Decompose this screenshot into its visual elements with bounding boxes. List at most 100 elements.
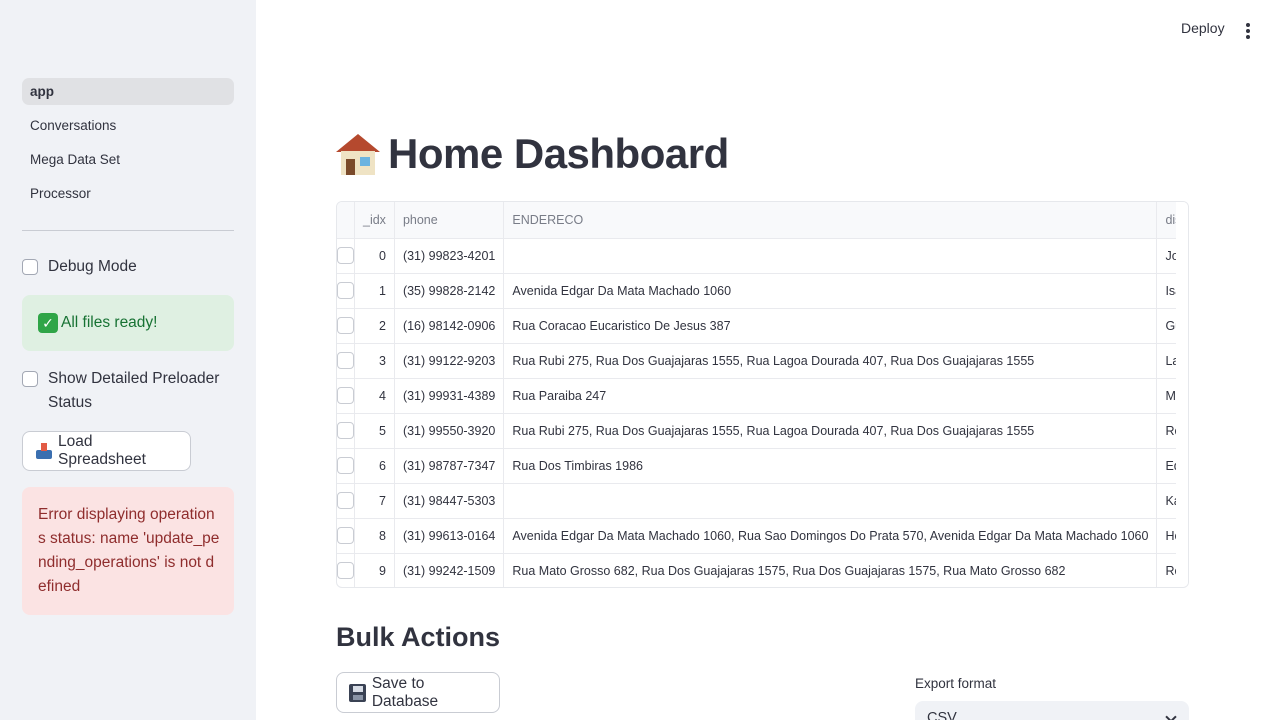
row-select-checkbox[interactable] — [337, 308, 355, 344]
row-checkbox[interactable] — [337, 387, 354, 404]
operations-error-alert: Error displaying operations status: name… — [22, 487, 234, 615]
row-checkbox[interactable] — [337, 457, 354, 474]
cell-idx[interactable]: 5 — [354, 413, 395, 449]
sidebar-item-app[interactable]: app — [22, 78, 234, 105]
cell-endereco[interactable]: Rua Dos Timbiras 1986 — [503, 448, 1158, 484]
data-table: _idx phone ENDERECO display_name 0(31) 9… — [337, 202, 1188, 587]
row-checkbox[interactable] — [337, 247, 354, 264]
sidebar-item-processor[interactable]: Processor — [22, 180, 234, 207]
cell-phone[interactable]: (31) 99823-4201 — [394, 238, 505, 274]
row-checkbox[interactable] — [337, 422, 354, 439]
sidebar: app Conversations Mega Data Set Processo… — [0, 0, 256, 720]
preloader-status-checkbox[interactable] — [22, 371, 38, 387]
row-select-checkbox[interactable] — [337, 413, 355, 449]
load-spreadsheet-button[interactable]: Load Spreadsheet — [22, 431, 191, 471]
debug-mode-row: Debug Mode — [22, 255, 137, 279]
row-select-checkbox[interactable] — [337, 483, 355, 519]
cell-phone[interactable]: (31) 99242-1509 — [394, 553, 505, 587]
data-grid[interactable]: _idx phone ENDERECO display_name 0(31) 9… — [336, 201, 1189, 588]
select-column-header[interactable] — [337, 202, 355, 239]
cell-endereco[interactable] — [503, 483, 1158, 519]
sidebar-divider — [22, 230, 234, 231]
page-title: Home Dashboard — [336, 130, 729, 178]
cell-endereco[interactable]: Rua Paraiba 247 — [503, 378, 1158, 414]
cell-endereco[interactable]: Avenida Edgar Da Mata Machado 1060 — [503, 273, 1158, 309]
deploy-button[interactable]: Deploy — [1181, 20, 1225, 36]
cell-phone[interactable]: (31) 98787-7347 — [394, 448, 505, 484]
sidebar-item-conversations[interactable]: Conversations — [22, 112, 234, 139]
row-checkbox[interactable] — [337, 492, 354, 509]
inbox-tray-icon — [35, 443, 52, 459]
cell-phone[interactable]: (16) 98142-0906 — [394, 308, 505, 344]
column-header-idx[interactable]: _idx — [354, 202, 395, 239]
table-row[interactable]: 7(31) 98447-5303Kassim S Raslan — [337, 483, 1188, 519]
row-select-checkbox[interactable] — [337, 378, 355, 414]
cell-phone[interactable]: (31) 98447-5303 — [394, 483, 505, 519]
cell-idx[interactable]: 0 — [354, 238, 395, 274]
files-ready-text: All files ready! — [61, 314, 158, 331]
preloader-status-row: Show Detailed Preloader Status — [22, 367, 234, 415]
cell-phone[interactable]: (31) 99550-3920 — [394, 413, 505, 449]
cell-idx[interactable]: 9 — [354, 553, 395, 587]
row-select-checkbox[interactable] — [337, 448, 355, 484]
table-row[interactable]: 1 (35) 99828-2142 Avenida Edgar Da Mata Ma… — [337, 273, 1188, 309]
cell-idx[interactable]: 2 — [354, 308, 395, 344]
row-select-checkbox[interactable] — [337, 343, 355, 379]
cell-endereco[interactable]: Rua Rubi 275, Rua Dos Guajajaras 1555, R… — [503, 343, 1158, 379]
operations-error-text: Error displaying operations status: name… — [38, 506, 220, 595]
cell-idx[interactable]: 1 — [354, 273, 395, 309]
table-row[interactable]: 3 (31) 99122-9203 Rua Rubi 275, Rua Dos Gu… — [337, 343, 1188, 379]
save-to-database-label: Save to Database — [371, 674, 439, 710]
debug-mode-checkbox[interactable] — [22, 259, 38, 275]
cell-idx[interactable]: 4 — [354, 378, 395, 414]
cell-idx[interactable]: 7 — [354, 483, 395, 519]
kebab-menu-icon[interactable] — [1240, 20, 1256, 40]
row-checkbox[interactable] — [337, 282, 354, 299]
table-body: 0(31) 99823-4201João Ribas1(35) 99828-21… — [337, 238, 1188, 587]
table-row[interactable]: 2 (16) 98142-0906 Rua Coracao Eucaristico … — [337, 308, 1188, 344]
row-checkbox[interactable] — [337, 562, 354, 579]
cell-phone[interactable]: (31) 99931-4389 — [394, 378, 505, 414]
row-select-checkbox[interactable] — [337, 518, 355, 554]
sidebar-item-mega-data-set[interactable]: Mega Data Set — [22, 146, 234, 173]
cell-endereco[interactable]: Rua Coracao Eucaristico De Jesus 387 — [503, 308, 1158, 344]
check-mark-icon: ✓ — [38, 313, 58, 333]
house-icon — [336, 132, 380, 176]
row-checkbox[interactable] — [337, 527, 354, 544]
cell-phone[interactable]: (31) 99613-0164 — [394, 518, 505, 554]
cell-idx[interactable]: 8 — [354, 518, 395, 554]
cell-endereco[interactable]: Avenida Edgar Da Mata Machado 1060, Rua … — [503, 518, 1158, 554]
column-header-endereco[interactable]: ENDERECO — [503, 202, 1158, 239]
table-row[interactable]: 9 (31) 99242-1509 Rua Mato Grosso 682, Rua… — [337, 553, 1188, 587]
table-row[interactable]: 4(31) 99931-4389Rua Paraiba 247Moacir — [337, 378, 1188, 414]
export-format-value: CSV — [927, 710, 957, 720]
bulk-actions-heading: Bulk Actions — [336, 622, 501, 652]
page-title-text: Home Dashboard — [388, 130, 729, 177]
cell-phone[interactable]: (31) 99122-9203 — [394, 343, 505, 379]
row-checkbox[interactable] — [337, 317, 354, 334]
grid-scroll-edge — [1176, 202, 1188, 587]
table-row[interactable]: 0(31) 99823-4201João Ribas — [337, 238, 1188, 274]
table-row[interactable]: 5 (31) 99550-3920 Rua Rubi 275, Rua Dos Gu… — [337, 413, 1188, 449]
row-checkbox[interactable] — [337, 352, 354, 369]
table-header-row: _idx phone ENDERECO display_name — [337, 202, 1188, 239]
row-select-checkbox[interactable] — [337, 273, 355, 309]
cell-idx[interactable]: 3 — [354, 343, 395, 379]
export-format-select[interactable]: CSV — [915, 701, 1189, 720]
cell-idx[interactable]: 6 — [354, 448, 395, 484]
cell-phone[interactable]: (35) 99828-2142 — [394, 273, 505, 309]
row-select-checkbox[interactable] — [337, 238, 355, 274]
cell-endereco[interactable] — [503, 238, 1158, 274]
table-row[interactable]: 8 (31) 99613-0164 Avenida Edgar Da Mata Ma… — [337, 518, 1188, 554]
files-ready-alert: ✓ All files ready! — [22, 295, 234, 351]
cell-endereco[interactable]: Rua Mato Grosso 682, Rua Dos Guajajaras … — [503, 553, 1158, 587]
row-select-checkbox[interactable] — [337, 553, 355, 587]
column-header-phone[interactable]: phone — [394, 202, 505, 239]
export-format-label: Export format — [915, 676, 997, 691]
preloader-status-label: Show Detailed Preloader Status — [48, 370, 220, 411]
load-spreadsheet-label: Load Spreadsheet — [58, 433, 146, 468]
debug-mode-label: Debug Mode — [48, 258, 137, 275]
table-row[interactable]: 6(31) 98787-7347Rua Dos Timbiras 1986Edu… — [337, 448, 1188, 484]
cell-endereco[interactable]: Rua Rubi 275, Rua Dos Guajajaras 1555, R… — [503, 413, 1158, 449]
save-to-database-button[interactable]: Save to Database — [336, 672, 500, 713]
